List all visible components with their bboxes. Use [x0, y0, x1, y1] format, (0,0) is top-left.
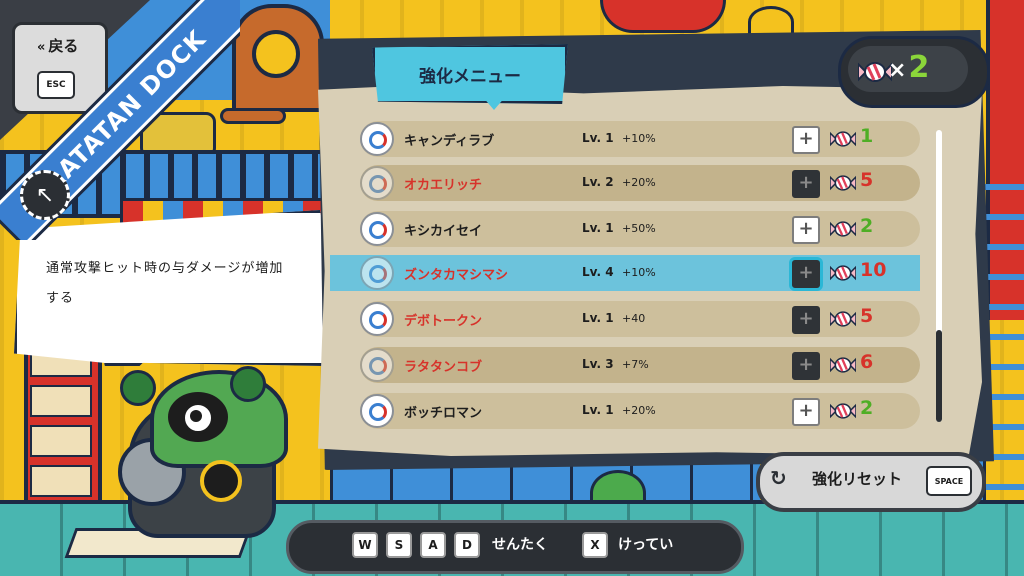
door-window — [252, 30, 300, 78]
upgrade-name: キシカイセイ — [404, 224, 483, 239]
upgrade-name: キャンディラブ — [404, 134, 495, 149]
reset-label: 強化リセット — [812, 470, 903, 488]
upgrade-icon — [360, 212, 394, 246]
maraca-right — [230, 366, 266, 402]
spiral-emblem — [200, 460, 242, 502]
upgrade-name: オカエリッチ — [404, 178, 483, 193]
upgrade-icon — [360, 348, 394, 382]
upgrade-row[interactable]: オカエリッチ Lv. 2 +20% +5 — [360, 165, 920, 201]
select-hint: せんたく — [492, 537, 548, 553]
upgrade-row[interactable]: ラタタンコブ Lv. 3 +7% +6 — [360, 347, 920, 383]
upgrade-name: ラタタンコブ — [404, 360, 483, 375]
upgrade-cost: 6 — [860, 351, 874, 373]
upgrade-cost: 10 — [860, 259, 887, 281]
upgrade-icon — [360, 166, 394, 200]
upgrade-level: Lv. 1 — [582, 311, 614, 325]
upgrade-cost: 5 — [860, 305, 874, 327]
confirm-hint: けってい — [618, 537, 674, 553]
upgrade-icon — [360, 122, 394, 156]
upgrade-plus-button[interactable]: + — [792, 260, 820, 288]
upgrade-cost: 1 — [860, 125, 874, 147]
space-key-icon: SPACE — [926, 466, 972, 496]
upgrade-bonus: +20% — [622, 176, 656, 189]
upgrade-plus-button[interactable]: + — [792, 352, 820, 380]
round-table — [220, 108, 286, 124]
scrollbar-thumb[interactable] — [936, 330, 942, 422]
key-w-icon: W — [352, 532, 378, 558]
key-x-icon: X — [582, 532, 608, 558]
upgrade-icon — [360, 394, 394, 428]
candy-count: ×2 — [888, 50, 930, 85]
upgrade-plus-button[interactable]: + — [792, 216, 820, 244]
upgrade-row[interactable]: ボッチロマン Lv. 1 +20% +2 — [360, 393, 920, 429]
upgrade-plus-button[interactable]: + — [792, 398, 820, 426]
upgrade-row[interactable]: ズンタカマシマシ Lv. 4 +10% +10 — [330, 255, 920, 291]
upgrade-level: Lv. 1 — [582, 131, 614, 145]
upgrade-cost: 5 — [860, 169, 874, 191]
upgrade-row[interactable]: キャンディラブ Lv. 1 +10% +1 — [360, 121, 920, 157]
upgrade-icon — [360, 302, 394, 336]
candy-icon — [858, 62, 892, 82]
upgrade-bonus: +10% — [622, 266, 656, 279]
key-a-icon: A — [420, 532, 446, 558]
candy-icon — [829, 400, 857, 422]
upgrade-icon — [360, 256, 394, 290]
upgrade-name: デボトークン — [404, 314, 483, 329]
upgrade-bonus: +10% — [622, 132, 656, 145]
upgrade-cost: 2 — [860, 215, 874, 237]
upgrade-plus-button[interactable]: + — [792, 126, 820, 154]
back-arrow-icon: « — [37, 40, 46, 55]
character-pupil — [190, 410, 202, 422]
upgrade-level: Lv. 2 — [582, 175, 614, 189]
upgrade-bonus: +20% — [622, 404, 656, 417]
candy-icon — [829, 308, 857, 330]
upgrade-bonus: +40 — [622, 312, 646, 325]
upgrade-bonus: +7% — [622, 358, 649, 371]
upgrade-level: Lv. 1 — [582, 403, 614, 417]
upgrade-name: ボッチロマン — [404, 406, 483, 421]
candy-icon — [829, 354, 857, 376]
shelf-row — [30, 385, 92, 417]
upgrade-level: Lv. 4 — [582, 265, 614, 279]
refresh-icon: ↻ — [770, 466, 787, 490]
candy-icon — [829, 218, 857, 240]
back-button[interactable]: «戻る ESC — [12, 22, 108, 114]
back-label: 戻る — [48, 37, 79, 55]
shelf-row — [30, 465, 92, 497]
upgrade-level: Lv. 1 — [582, 221, 614, 235]
maraca-left — [120, 370, 156, 406]
shelf-row — [30, 425, 92, 457]
title-pointer — [482, 96, 506, 110]
upgrade-name: ズンタカマシマシ — [404, 268, 509, 283]
upgrade-cost: 2 — [860, 397, 874, 419]
upgrade-bonus: +50% — [622, 222, 656, 235]
description-text: 通常攻撃ヒット時の与ダメージが増加する — [46, 261, 284, 306]
candy-icon — [829, 172, 857, 194]
key-s-icon: S — [386, 532, 412, 558]
red-curtain — [600, 0, 726, 33]
candy-icon — [829, 128, 857, 150]
upgrade-row[interactable]: デボトークン Lv. 1 +40 +5 — [360, 301, 920, 337]
key-d-icon: D — [454, 532, 480, 558]
upgrade-level: Lv. 3 — [582, 357, 614, 371]
upgrade-plus-button[interactable]: + — [792, 306, 820, 334]
cursor-icon: ↖ — [20, 170, 70, 220]
upgrade-plus-button[interactable]: + — [792, 170, 820, 198]
upgrade-row[interactable]: キシカイセイ Lv. 1 +50% +2 — [360, 211, 920, 247]
candy-icon — [829, 262, 857, 284]
menu-title: 強化メニュー — [372, 44, 568, 104]
esc-key-icon: ESC — [37, 71, 75, 99]
